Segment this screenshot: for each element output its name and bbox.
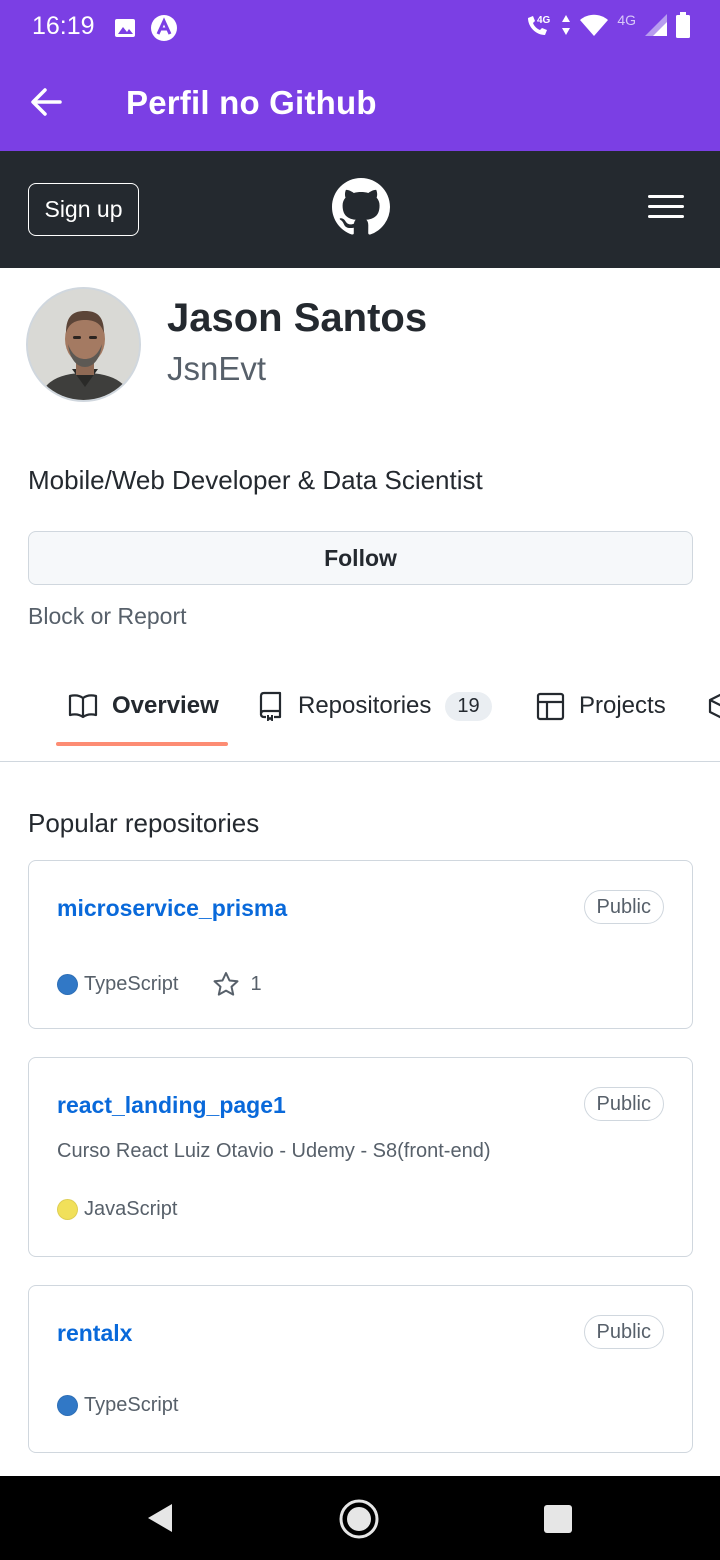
nav-recents-icon[interactable] — [544, 1505, 572, 1533]
star-count: 1 — [250, 972, 262, 995]
tab-label: Overview — [112, 692, 219, 719]
tab-label: Repositories — [298, 692, 432, 719]
network-label: 4G — [617, 12, 636, 28]
system-nav-bar — [0, 1476, 720, 1560]
repo-language: TypeScript — [84, 972, 179, 995]
app-bar: Perfil no Github — [0, 54, 720, 151]
book-icon — [68, 694, 98, 719]
repo-language: JavaScript — [84, 1198, 178, 1220]
tab-label: Projects — [579, 692, 666, 719]
repo-meta: TypeScript 1 — [57, 971, 262, 997]
hamburger-menu-icon[interactable] — [646, 191, 686, 223]
language-color-dot — [57, 1199, 78, 1220]
repo-card[interactable]: rentalx Public TypeScript — [28, 1285, 693, 1453]
repo-count-badge: 19 — [445, 691, 492, 721]
username: JsnEvt — [167, 350, 267, 387]
package-icon — [708, 693, 720, 719]
repo-description: Curso React Luiz Otavio - Udemy - S8(fro… — [57, 1140, 491, 1162]
gallery-icon — [115, 19, 135, 37]
avatar-image — [28, 289, 139, 400]
star-icon — [213, 972, 239, 996]
signal-icon — [645, 14, 667, 36]
table-icon — [536, 692, 565, 720]
active-tab-indicator — [56, 742, 228, 746]
popular-repos-title: Popular repositories — [28, 808, 260, 838]
call-4g-icon: 4G — [528, 15, 551, 35]
nav-back-icon[interactable] — [146, 1502, 174, 1534]
repo-card[interactable]: microservice_prisma Public TypeScript 1 — [28, 860, 693, 1029]
battery-icon — [676, 12, 690, 38]
nav-home-icon[interactable] — [338, 1498, 380, 1540]
arrow-back-icon[interactable] — [26, 82, 66, 122]
display-name: Jason Santos — [167, 296, 428, 340]
wifi-icon — [580, 14, 609, 36]
status-time: 16:19 — [32, 12, 95, 40]
follow-button[interactable]: Follow — [28, 531, 693, 585]
app-icon — [151, 15, 177, 41]
block-report-link[interactable]: Block or Report — [28, 603, 187, 630]
visibility-badge: Public — [583, 1087, 664, 1121]
tab-projects[interactable]: Projects — [536, 686, 666, 726]
github-logo-icon[interactable] — [332, 178, 390, 236]
repo-icon — [259, 691, 282, 721]
language-color-dot — [57, 973, 78, 995]
visibility-badge: Public — [583, 890, 664, 924]
app-title: Perfil no Github — [126, 84, 377, 121]
repo-name-link[interactable]: rentalx — [57, 1320, 132, 1347]
visibility-badge: Public — [583, 1315, 664, 1349]
repo-meta: TypeScript — [57, 1394, 178, 1417]
repo-meta: JavaScript — [57, 1198, 177, 1221]
tab-packages[interactable] — [708, 686, 720, 726]
repo-card[interactable]: react_landing_page1 Public Curso React L… — [28, 1057, 693, 1257]
bio: Mobile/Web Developer & Data Scientist — [28, 465, 483, 495]
profile-tabs: Overview Repositories 19 Projects — [0, 660, 720, 762]
github-header: Sign up — [0, 151, 720, 268]
repo-name-link[interactable]: react_landing_page1 — [57, 1092, 286, 1119]
avatar[interactable] — [26, 287, 141, 402]
tab-repositories[interactable]: Repositories 19 — [256, 686, 492, 726]
repo-stars[interactable]: 1 — [212, 971, 262, 997]
data-arrows-icon — [562, 15, 571, 35]
signup-button[interactable]: Sign up — [28, 183, 139, 236]
status-bar: 16:19 4G 4G — [0, 0, 720, 54]
svg-text:4G: 4G — [537, 15, 551, 26]
tab-overview[interactable]: Overview — [68, 686, 219, 726]
language-color-dot — [57, 1395, 78, 1416]
repo-name-link[interactable]: microservice_prisma — [57, 895, 287, 922]
repo-language: TypeScript — [84, 1394, 179, 1416]
